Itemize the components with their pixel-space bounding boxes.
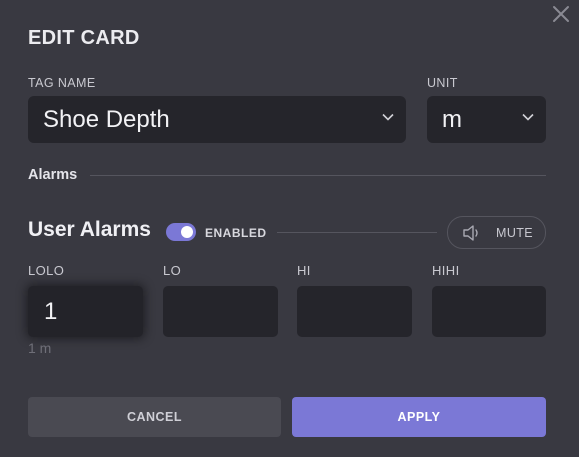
tag-name-value: Shoe Depth [43,105,170,133]
lolo-input[interactable]: 1 [28,286,143,337]
apply-button[interactable]: APPLY [292,397,546,437]
hihi-input[interactable] [432,286,546,337]
section-divider [90,175,546,176]
hi-label: HI [297,263,311,278]
lolo-hint: 1 m [28,340,52,356]
unit-label: UNIT [427,76,458,90]
mute-label: MUTE [496,226,534,240]
unit-value: m [442,105,462,133]
tag-name-label: TAG NAME [28,76,96,90]
unit-select[interactable]: m [427,96,546,143]
lo-label: LO [163,263,182,278]
toggle-knob [181,226,193,238]
lolo-label: LOLO [28,263,65,278]
chevron-down-icon [522,113,534,121]
enabled-label: ENABLED [205,226,267,240]
user-alarms-title: User Alarms [28,218,151,241]
tag-name-select[interactable]: Shoe Depth [28,96,406,143]
dialog-title: EDIT CARD [28,27,140,49]
hihi-label: HIHI [432,263,460,278]
alarms-section-title: Alarms [28,167,78,183]
lo-input[interactable] [163,286,278,337]
user-alarms-divider [277,232,437,233]
mute-button[interactable]: MUTE [447,216,546,249]
hi-input[interactable] [297,286,412,337]
alarms-enabled-toggle[interactable] [166,223,196,241]
edit-card-dialog: EDIT CARD TAG NAME Shoe Depth UNIT m Ala… [0,0,579,457]
cancel-button[interactable]: CANCEL [28,397,281,437]
chevron-down-icon [382,113,394,121]
speaker-icon [463,225,478,241]
close-icon[interactable] [551,4,571,24]
